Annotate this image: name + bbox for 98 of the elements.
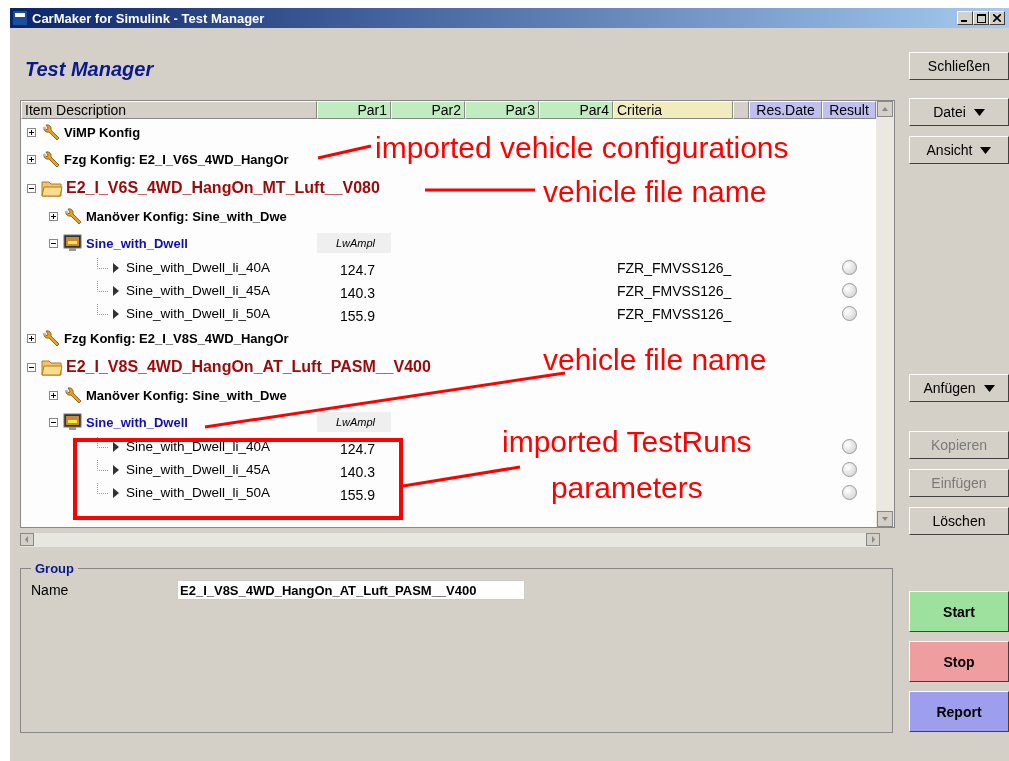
tree-item-label[interactable]: Sine_with_Dwell <box>86 235 188 251</box>
annotation-text: imported TestRuns parameters <box>502 424 752 506</box>
column-header[interactable] <box>733 101 749 119</box>
parameter-value: 155.9 <box>339 486 376 503</box>
column-header[interactable]: Criteria <box>613 101 733 119</box>
toolbar-button[interactable]: Ansicht <box>909 136 1009 164</box>
parameter-value: 155.9 <box>339 307 376 324</box>
tree-item-label[interactable]: Sine_with_Dwell_li_40A <box>126 260 271 275</box>
wrench-icon <box>63 206 83 227</box>
collapse-icon[interactable] <box>27 183 36 193</box>
result-indicator <box>841 439 857 454</box>
leader-line <box>317 144 372 160</box>
wrench-icon <box>41 122 61 143</box>
caret-icon <box>983 384 995 392</box>
column-header[interactable]: Par2 <box>391 101 465 119</box>
collapse-icon[interactable] <box>49 417 58 427</box>
toolbar-button[interactable]: Schließen <box>909 52 1009 80</box>
folder-icon <box>41 357 63 377</box>
result-indicator <box>841 283 857 298</box>
name-label: Name <box>31 582 70 598</box>
criteria-text: FZR_FMVSS126_ <box>617 259 732 276</box>
column-header[interactable]: Res.Date <box>749 101 822 119</box>
result-indicator <box>841 462 857 477</box>
tree-item-label[interactable]: E2_I_V8S_4WD_HangOn_AT_Luft_PASM__V400 <box>66 358 431 376</box>
column-header[interactable]: Par4 <box>539 101 613 119</box>
folder-icon <box>41 178 63 198</box>
expand-icon[interactable] <box>27 334 36 343</box>
page-heading: Test Manager <box>25 58 155 82</box>
criteria-text: FZR_FMVSS126_ <box>617 305 732 322</box>
caret-icon <box>973 108 985 116</box>
maximize-button[interactable] <box>973 11 989 25</box>
annotation-text: vehicle file name <box>543 174 767 210</box>
run-button[interactable]: Report <box>909 691 1009 732</box>
tree-item-label[interactable]: Manöver Konfig: Sine_with_Dwe <box>86 209 287 224</box>
caret-icon <box>980 146 992 154</box>
maximize-icon <box>976 13 986 23</box>
annotation-text: vehicle file name <box>543 342 767 378</box>
name-field[interactable]: E2_I_V8S_4WD_HangOn_AT_Luft_PASM__V400 <box>177 580 525 600</box>
expand-icon[interactable] <box>49 391 58 400</box>
result-indicator <box>841 306 857 321</box>
tree-connector <box>97 460 109 471</box>
tree-item-label[interactable]: Fzg Konfig: E2_I_V8S_4WD_HangOr <box>64 331 289 346</box>
app-icon <box>13 11 27 25</box>
tree-item-label[interactable]: Sine_with_Dwell_li_40A <box>126 439 271 454</box>
toolbar-button[interactable]: Anfügen <box>909 374 1009 402</box>
tree-item-label[interactable]: Manöver Konfig: Sine_with_Dwe <box>86 388 287 403</box>
tree-connector <box>97 281 109 292</box>
column-header[interactable]: Par3 <box>465 101 539 119</box>
parameter-value: 140.3 <box>339 284 376 301</box>
tree-item-label[interactable]: Sine_with_Dwell_li_45A <box>126 462 271 477</box>
tree-item-label[interactable]: Sine_with_Dwell_li_45A <box>126 283 271 298</box>
triangle-icon <box>112 441 120 452</box>
wrench-icon <box>63 385 83 406</box>
criteria-text: FZR_FMVSS126_ <box>617 282 732 299</box>
run-button[interactable]: Start <box>909 591 1009 632</box>
parameter-value: 124.7 <box>339 261 376 278</box>
parameter-label: LwAmpl <box>317 412 391 432</box>
tree-connector <box>97 304 109 315</box>
minimize-button[interactable] <box>957 11 973 25</box>
triangle-icon <box>112 262 120 273</box>
parameter-value: 140.3 <box>339 463 376 480</box>
parameter-value: 124.7 <box>339 440 376 457</box>
annotation-text: imported vehicle configurations <box>375 130 789 166</box>
window-title: CarMaker for Simulink - Test Manager <box>32 10 265 26</box>
wrench-icon <box>41 328 61 349</box>
tree-connector <box>97 483 109 494</box>
group-title: Group <box>34 561 75 576</box>
collapse-icon[interactable] <box>27 362 36 372</box>
tree-item-label[interactable]: Sine_with_Dwell <box>86 414 188 430</box>
tree-item-label[interactable]: ViMP Konfig <box>64 125 141 140</box>
wrench-icon <box>41 149 61 170</box>
toolbar-button[interactable]: Löschen <box>909 507 1009 535</box>
column-header[interactable]: Result <box>822 101 876 119</box>
tree-item-label[interactable]: Fzg Konfig: E2_I_V6S_4WD_HangOr <box>64 152 289 167</box>
close-button[interactable] <box>989 11 1005 25</box>
triangle-icon <box>112 308 120 319</box>
triangle-icon <box>112 487 120 498</box>
tree-connector <box>97 258 109 269</box>
column-header[interactable]: Item Description <box>21 101 317 119</box>
expand-icon[interactable] <box>27 128 36 137</box>
expand-icon[interactable] <box>49 212 58 221</box>
triangle-icon <box>112 285 120 296</box>
tree-connector <box>97 437 109 448</box>
parameter-label: LwAmpl <box>317 233 391 253</box>
result-indicator <box>841 260 857 275</box>
close-icon <box>993 14 1001 22</box>
tree-item-label[interactable]: Sine_with_Dwell_li_50A <box>126 306 271 321</box>
monitor-icon <box>63 412 83 432</box>
expand-icon[interactable] <box>27 155 36 164</box>
tree-item-label[interactable]: E2_I_V6S_4WD_HangOn_MT_Luft__V080 <box>66 179 380 197</box>
run-button[interactable]: Stop <box>909 641 1009 682</box>
result-indicator <box>841 485 857 500</box>
triangle-icon <box>112 464 120 475</box>
column-header[interactable]: Par1 <box>317 101 391 119</box>
collapse-icon[interactable] <box>49 238 58 248</box>
tree-item-label[interactable]: Sine_with_Dwell_li_50A <box>126 485 271 500</box>
monitor-icon <box>63 233 83 253</box>
toolbar-button[interactable]: Datei <box>909 98 1009 126</box>
